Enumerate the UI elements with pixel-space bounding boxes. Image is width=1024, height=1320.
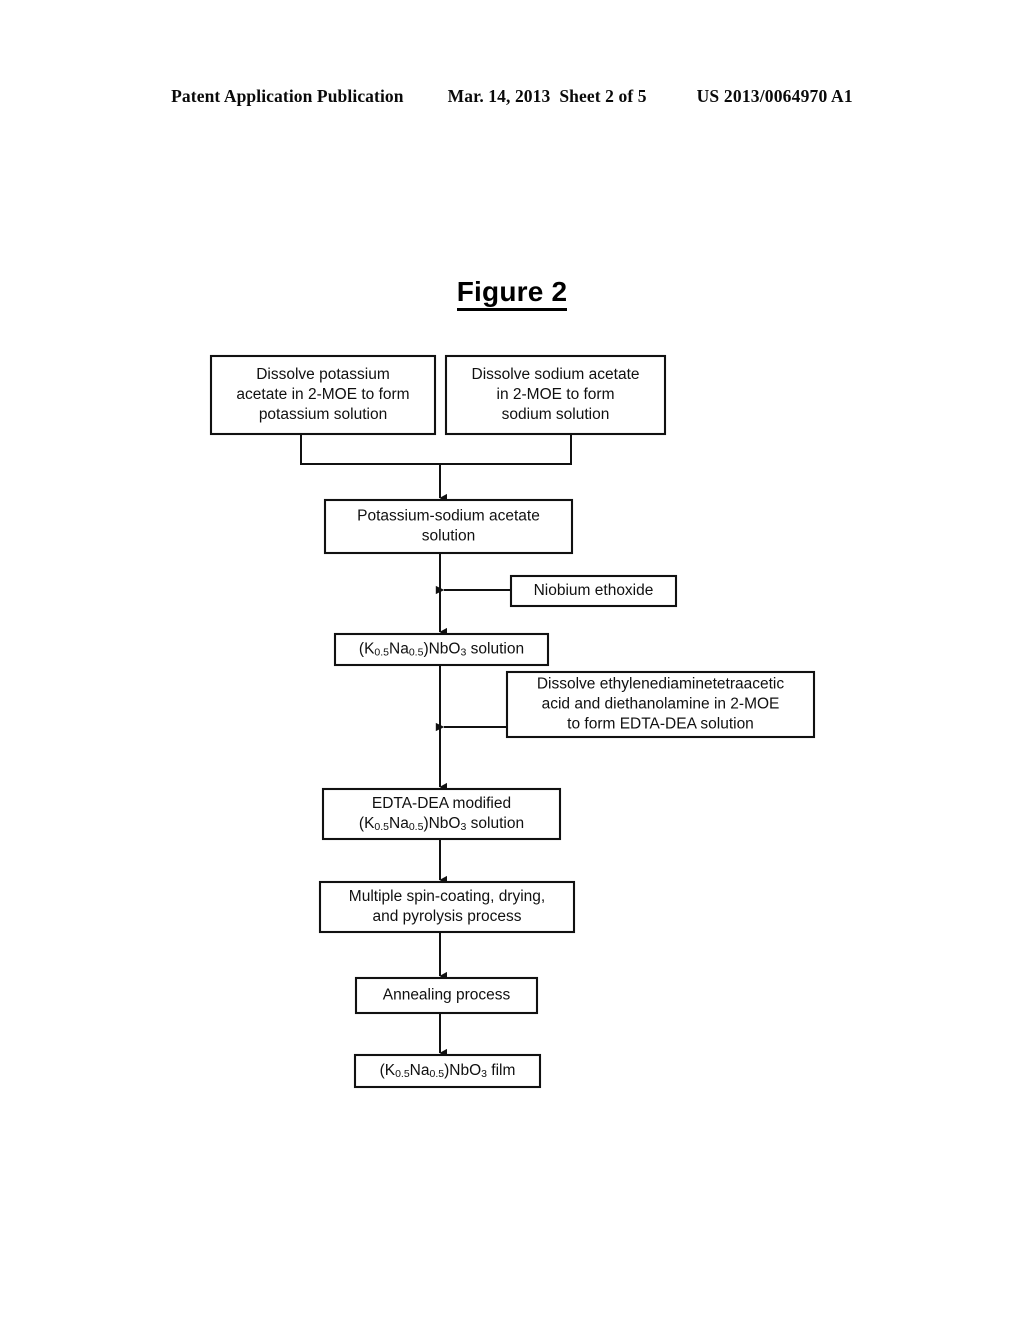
box-text-line: potassium solution xyxy=(259,406,387,423)
box-text-line: Dissolve ethylenediaminetetraacetic xyxy=(537,676,785,693)
flow-edge-merge-bracket xyxy=(300,434,572,465)
flow-node-potassium-solution: Dissolve potassium acetate in 2-MOE to fo… xyxy=(209,354,437,436)
flowchart: Dissolve potassium acetate in 2-MOE to fo… xyxy=(209,354,816,1089)
flow-node-sodium-solution: Dissolve sodium acetate in 2-MOE to form s… xyxy=(444,354,667,436)
box-text-line: Annealing process xyxy=(383,987,511,1004)
flow-node-spin-coating-drying-pyrolysis: Multiple spin-coating, drying, and pyroly… xyxy=(318,880,576,934)
box-text-line: acid and diethanolamine in 2-MOE xyxy=(542,696,780,713)
box-text-line: EDTA-DEA modified xyxy=(372,795,511,812)
flow-node-edta-dea-modified-knn-solution: EDTA-DEA modified(K0.5Na0.5)NbO3 solutio… xyxy=(321,787,562,841)
flow-node-potassium-sodium-acetate-solution: Potassium-sodium acetate solution xyxy=(323,498,574,555)
box-text-line: Potassium-sodium acetate xyxy=(357,508,540,525)
box-text-line: Dissolve sodium acetate xyxy=(472,366,640,383)
flowchart-node-layer: Dissolve potassium acetate in 2-MOE to fo… xyxy=(209,354,816,1089)
flow-node-edta-dea-solution: Dissolve ethylenediaminetetraacetic acid … xyxy=(505,670,816,739)
box-text-line: sodium solution xyxy=(502,406,610,423)
box-text-line: Multiple spin-coating, drying, xyxy=(349,888,545,905)
flow-node-niobium-ethoxide: Niobium ethoxide xyxy=(509,574,678,608)
box-text-line: Dissolve potassium xyxy=(256,366,390,383)
flow-node-annealing-process: Annealing process xyxy=(354,976,539,1015)
box-text-line: Niobium ethoxide xyxy=(534,582,654,599)
flow-node-knn-solution: (K0.5Na0.5)NbO3 solution xyxy=(333,632,550,667)
box-text-line: solution xyxy=(422,528,475,545)
box-text-line: and pyrolysis process xyxy=(372,908,521,925)
flow-node-knn-film: (K0.5Na0.5)NbO3 film xyxy=(353,1053,542,1089)
box-text-line: in 2-MOE to form xyxy=(497,386,615,403)
box-text-line: to form EDTA-DEA solution xyxy=(567,716,754,733)
box-text-line: acetate in 2-MOE to form xyxy=(236,386,409,403)
